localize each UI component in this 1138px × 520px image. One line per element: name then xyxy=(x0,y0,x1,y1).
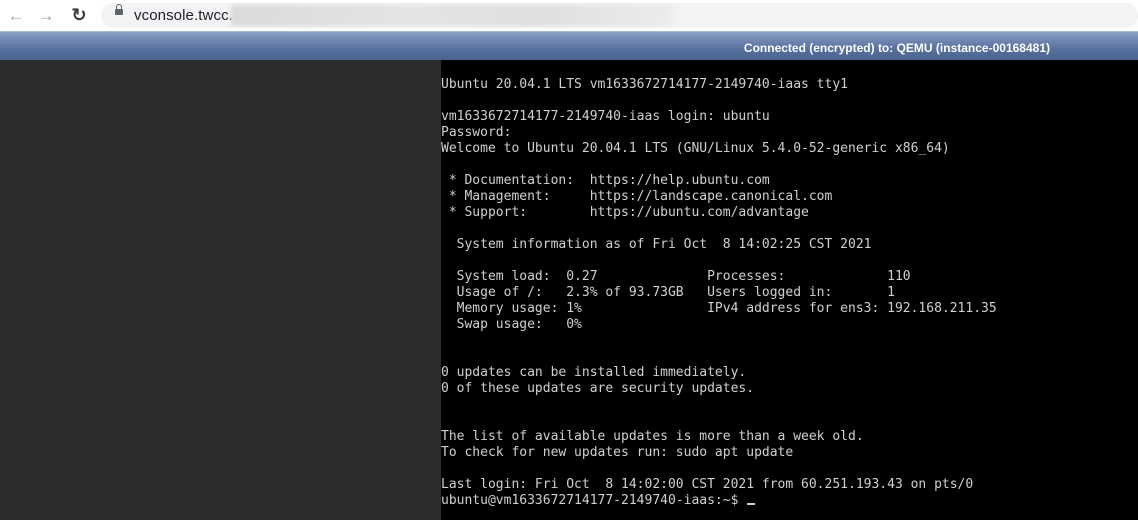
terminal-line: Password: xyxy=(441,125,512,140)
terminal-line: Memory usage: 1% IPv4 address for ens3: … xyxy=(441,301,997,316)
terminal-prompt-line: ubuntu@vm1633672714177-2149740-iaas:~$ xyxy=(441,493,756,509)
vnc-terminal-screen[interactable]: Ubuntu 20.04.1 LTS vm1633672714177-21497… xyxy=(441,60,1138,520)
terminal-line: * Support: https://ubuntu.com/advantage xyxy=(441,205,809,220)
shell-prompt: ubuntu@vm1633672714177-2149740-iaas:~$ xyxy=(441,493,747,508)
empty-side-panel xyxy=(0,60,441,520)
terminal-line: 0 updates can be installed immediately. xyxy=(441,365,747,380)
terminal-line: To check for new updates run: sudo apt u… xyxy=(441,445,794,460)
terminal-line: System information as of Fri Oct 8 14:02… xyxy=(441,237,872,252)
terminal-line: Usage of /: 2.3% of 93.73GB Users logged… xyxy=(441,285,895,300)
terminal-line: Swap usage: 0% xyxy=(441,317,582,332)
arrow-left-icon[interactable]: ← xyxy=(5,4,27,26)
terminal-line: vm1633672714177-2149740-iaas login: ubun… xyxy=(441,109,770,124)
address-bar[interactable]: vconsole.twcc. xyxy=(101,3,1138,28)
terminal-line: Ubuntu 20.04.1 LTS vm1633672714177-21497… xyxy=(441,77,848,92)
terminal-line: Last login: Fri Oct 8 14:02:00 CST 2021 … xyxy=(441,477,974,492)
connection-status: Connected (encrypted) to: QEMU (instance… xyxy=(743,41,1050,55)
url-text: vconsole.twcc. xyxy=(134,7,233,24)
arrow-right-icon[interactable]: → xyxy=(35,4,57,26)
lock-icon[interactable] xyxy=(115,4,123,15)
vnc-status-bar: Connected (encrypted) to: QEMU (instance… xyxy=(0,31,1138,60)
reload-icon[interactable]: ↻ xyxy=(68,4,90,26)
terminal-line: The list of available updates is more th… xyxy=(441,429,864,444)
terminal-line: * Management: https://landscape.canonica… xyxy=(441,189,833,204)
text-cursor xyxy=(747,503,756,505)
terminal-line: 0 of these updates are security updates. xyxy=(441,381,755,396)
browser-toolbar: ← → ↻ vconsole.twcc. xyxy=(0,0,1138,31)
terminal-line: System load: 0.27 Processes: 110 xyxy=(441,269,911,284)
terminal-line: Welcome to Ubuntu 20.04.1 LTS (GNU/Linux… xyxy=(441,141,950,156)
redacted-url-region xyxy=(231,5,673,26)
terminal-line: * Documentation: https://help.ubuntu.com xyxy=(441,173,770,188)
